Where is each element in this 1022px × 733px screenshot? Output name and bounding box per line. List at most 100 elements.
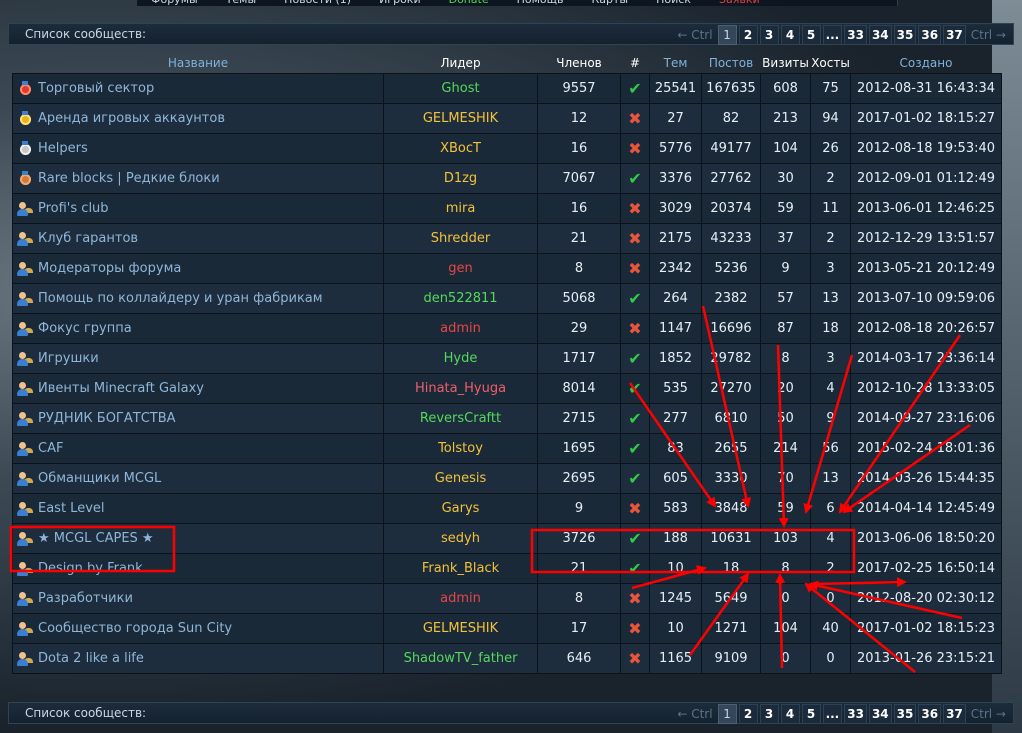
nav-item-8[interactable]: Заявки	[705, 0, 774, 6]
nav-item-7[interactable]: Поиск	[642, 0, 705, 6]
page-link[interactable]: 37	[943, 25, 966, 45]
page-link[interactable]: 1	[717, 704, 737, 724]
page-link[interactable]: 34	[868, 25, 892, 45]
table-row[interactable]: Аренда игровых аккаунтов GELMESHIK 12 ✖ 27 82…	[12, 103, 1002, 134]
leader-link[interactable]: mira	[446, 201, 476, 216]
leader-link[interactable]: Frank_Black	[422, 561, 499, 576]
page-link[interactable]: 3	[759, 25, 779, 45]
leader-link[interactable]: Garys	[442, 501, 480, 516]
table-row[interactable]: Rare blocks | Редкие блоки D1zg 7067 ✔ 3376 2…	[12, 163, 1002, 194]
table-row[interactable]: РУДНИК БОГАТСТВА ReversCraftt 2715 ✔ 277 6810…	[12, 403, 1002, 434]
community-link[interactable]: Rare blocks | Редкие блоки	[38, 171, 220, 186]
col-members[interactable]: Членов	[538, 53, 621, 74]
prev-page-link[interactable]: ← Ctrl	[674, 707, 715, 721]
community-link[interactable]: Аренда игровых аккаунтов	[38, 111, 225, 126]
page-link[interactable]: 2	[738, 25, 758, 45]
col-created[interactable]: Создано	[851, 53, 1002, 74]
leader-link[interactable]: GELMESHIK	[423, 111, 498, 126]
page-link[interactable]: 37	[943, 704, 966, 724]
leader-link[interactable]: D1zg	[444, 171, 477, 186]
nav-item-2[interactable]: Новости (1)	[270, 0, 365, 6]
community-link[interactable]: ★ MCGL CAPES ★	[38, 531, 154, 546]
page-link[interactable]: 36	[918, 704, 942, 724]
nav-item-3[interactable]: Игроки	[365, 0, 435, 6]
nav-item-4[interactable]: Donate	[435, 0, 503, 6]
page-link[interactable]: 4	[780, 25, 800, 45]
table-row[interactable]: Ивенты Minecraft Galaxy Hinata_Hyuga 8014 ✔…	[12, 373, 1002, 404]
table-row[interactable]: Разработчики admin 8 ✖ 1245 5649 0 0 2012-08-20 …	[12, 583, 1002, 614]
table-row[interactable]: Обманщики MCGL Genesis 2695 ✔ 605 3330 70 13 201…	[12, 463, 1002, 494]
page-link[interactable]: 33	[844, 704, 867, 724]
leader-link[interactable]: Hinata_Hyuga	[415, 381, 506, 396]
community-link[interactable]: Profi's club	[38, 201, 109, 216]
table-row[interactable]: ★ MCGL CAPES ★ sedyh 3726 ✔ 188 10631 103 4 2013…	[12, 523, 1002, 554]
table-row[interactable]: Design by Frank Frank_Black 21 ✔ 10 18 8 2 2017-…	[12, 553, 1002, 584]
community-link[interactable]: Помощь по коллайдеру и уран фабрикам	[38, 291, 323, 306]
col-leader[interactable]: Лидер	[384, 53, 538, 74]
table-row[interactable]: East Level Garys 9 ✖ 583 3848 59 6 2014-04-14 12…	[12, 493, 1002, 524]
nav-item-5[interactable]: Помощь	[503, 0, 578, 6]
community-link[interactable]: Dota 2 like a life	[38, 651, 144, 666]
col-topics[interactable]: Тем	[650, 53, 702, 74]
table-row[interactable]: Profi's club mira 16 ✖ 3029 20374 59 11 2013-06-…	[12, 193, 1002, 224]
table-row[interactable]: Клуб гарантов Shredder 21 ✖ 2175 43233 37 2 2012…	[12, 223, 1002, 254]
community-link[interactable]: Торговый сектор	[38, 81, 154, 96]
page-link[interactable]: 5	[801, 25, 821, 45]
community-link[interactable]: РУДНИК БОГАТСТВА	[38, 411, 176, 426]
leader-link[interactable]: GELMESHIK	[423, 621, 498, 636]
next-page-link[interactable]: Ctrl →	[968, 28, 1009, 42]
leader-link[interactable]: Hyde	[444, 351, 478, 366]
table-row[interactable]: Торговый сектор Ghost 9557 ✔ 25541 167635 608 7…	[12, 73, 1002, 104]
nav-item-0[interactable]: Форумы	[137, 0, 212, 6]
community-link[interactable]: Сообщество города Sun City	[38, 621, 232, 636]
leader-link[interactable]: ShadowTV_father	[404, 651, 518, 666]
table-row[interactable]: CAF Tolstoy 1695 ✔ 83 2655 214 56 2015-02-24 18:…	[12, 433, 1002, 464]
leader-link[interactable]: gen	[448, 261, 473, 276]
page-link[interactable]: 2	[738, 704, 758, 724]
community-link[interactable]: CAF	[38, 441, 63, 456]
prev-page-link[interactable]: ← Ctrl	[674, 28, 715, 42]
col-visits[interactable]: Визиты	[761, 53, 811, 74]
community-link[interactable]: Клуб гарантов	[38, 231, 138, 246]
page-link[interactable]: 33	[844, 25, 867, 45]
table-row[interactable]: Сообщество города Sun City GELMESHIK 17 ✖ 10…	[12, 613, 1002, 644]
leader-link[interactable]: Ghost	[441, 81, 479, 96]
table-row[interactable]: Игрушки Hyde 1717 ✔ 1852 29782 8 3 2014-03-17 23…	[12, 343, 1002, 374]
col-status[interactable]: #	[621, 53, 650, 74]
page-link[interactable]: 4	[780, 704, 800, 724]
community-link[interactable]: Игрушки	[38, 351, 99, 366]
leader-link[interactable]: admin	[440, 591, 481, 606]
nav-item-6[interactable]: Карты	[577, 0, 642, 6]
nav-item-1[interactable]: Темы	[212, 0, 270, 6]
table-row[interactable]: Помощь по коллайдеру и уран фабрикам den5…	[12, 283, 1002, 314]
community-link[interactable]: Разработчики	[38, 591, 133, 606]
community-link[interactable]: Ивенты Minecraft Galaxy	[38, 381, 204, 396]
leader-link[interactable]: Tolstoy	[438, 441, 483, 456]
community-link[interactable]: Helpers	[38, 141, 88, 156]
page-link[interactable]: 5	[801, 704, 821, 724]
table-row[interactable]: Модераторы форума gen 8 ✖ 2342 5236 9 3 2013-05-…	[12, 253, 1002, 284]
leader-link[interactable]: sedyh	[441, 531, 480, 546]
col-posts[interactable]: Постов	[702, 53, 761, 74]
page-link[interactable]: 3	[759, 704, 779, 724]
leader-link[interactable]: ReversCraftt	[420, 411, 501, 426]
page-link[interactable]: 35	[893, 704, 917, 724]
leader-link[interactable]: Genesis	[435, 471, 486, 486]
leader-link[interactable]: XBocT	[440, 141, 481, 156]
page-link[interactable]: 1	[717, 25, 737, 45]
col-hosts[interactable]: Хосты	[811, 53, 851, 74]
next-page-link[interactable]: Ctrl →	[968, 707, 1009, 721]
community-link[interactable]: Фокус группа	[38, 321, 132, 336]
col-name[interactable]: Название	[13, 53, 384, 74]
community-link[interactable]: Модераторы форума	[38, 261, 181, 276]
community-link[interactable]: Design by Frank	[38, 561, 143, 576]
leader-link[interactable]: admin	[440, 321, 481, 336]
table-row[interactable]: Dota 2 like a life ShadowTV_father 646 ✖ 116…	[12, 643, 1002, 674]
page-link[interactable]: 36	[918, 25, 942, 45]
page-link[interactable]: 34	[868, 704, 892, 724]
leader-link[interactable]: den522811	[423, 291, 497, 306]
table-row[interactable]: Helpers XBocT 16 ✖ 5776 49177 104 26 2012-08-18 …	[12, 133, 1002, 164]
community-link[interactable]: East Level	[38, 501, 105, 516]
page-link[interactable]: 35	[893, 25, 917, 45]
table-row[interactable]: Фокус группа admin 29 ✖ 1147 16696 87 18 2012-08…	[12, 313, 1002, 344]
